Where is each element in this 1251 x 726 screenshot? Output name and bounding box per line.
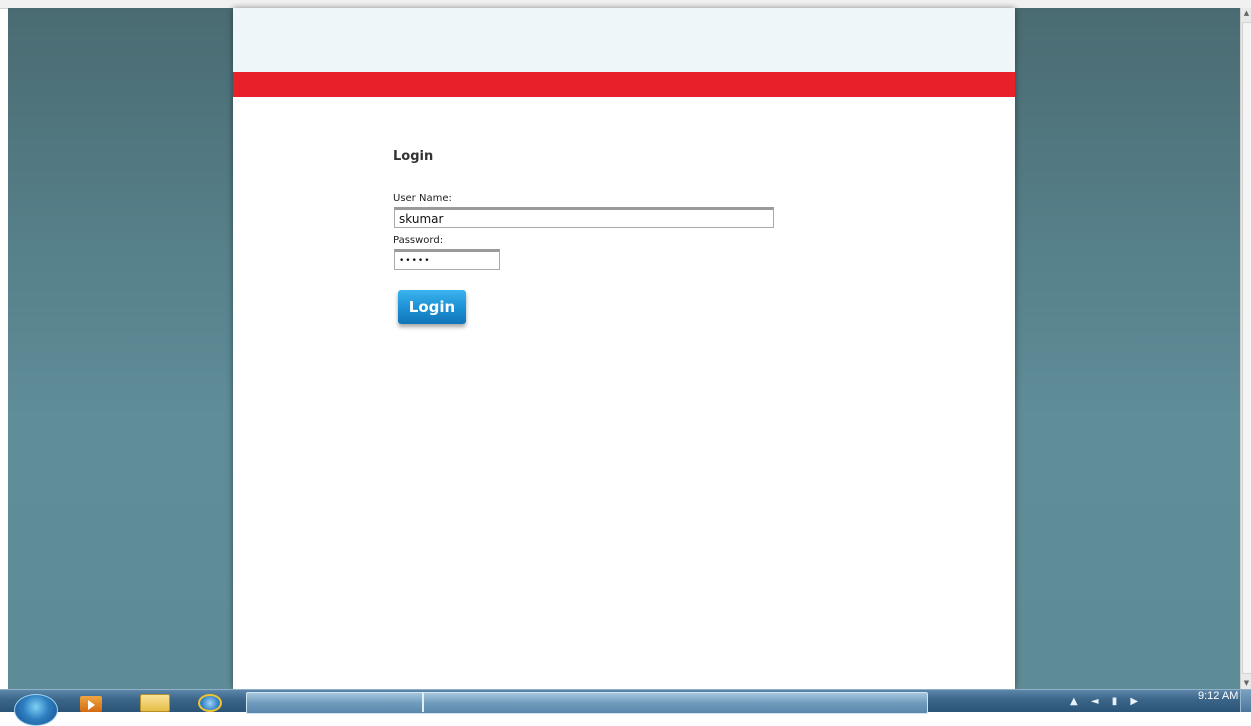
taskbar-clock[interactable]: 9:12 AM <box>1198 690 1238 702</box>
show-desktop-button[interactable] <box>1240 690 1251 712</box>
windows-taskbar: ▲ ◄ ▮ ▶ 9:12 AM <box>0 689 1251 726</box>
password-input[interactable] <box>394 249 500 270</box>
taskbar-separator <box>422 692 424 712</box>
login-button[interactable]: Login <box>398 290 466 324</box>
system-tray-icons[interactable]: ▲ ◄ ▮ ▶ <box>1070 696 1143 707</box>
page-header-band <box>233 8 1015 72</box>
username-label: User Name: <box>393 193 452 204</box>
scroll-up-icon[interactable]: ▲ <box>1242 8 1251 18</box>
password-label: Password: <box>393 235 444 246</box>
media-player-icon[interactable] <box>80 696 102 712</box>
windows-start-orb[interactable] <box>14 694 58 726</box>
login-heading: Login <box>393 149 434 164</box>
header-red-bar <box>233 72 1015 97</box>
scroll-thumb[interactable] <box>1242 22 1251 674</box>
login-page: Login User Name: Password: Login <box>233 8 1015 689</box>
username-input[interactable] <box>394 207 774 228</box>
scroll-down-icon[interactable]: ▼ <box>1242 678 1251 688</box>
internet-explorer-icon[interactable] <box>198 694 222 712</box>
vertical-scrollbar[interactable]: ▲ ▼ <box>1240 8 1251 689</box>
folder-icon[interactable] <box>140 694 170 712</box>
